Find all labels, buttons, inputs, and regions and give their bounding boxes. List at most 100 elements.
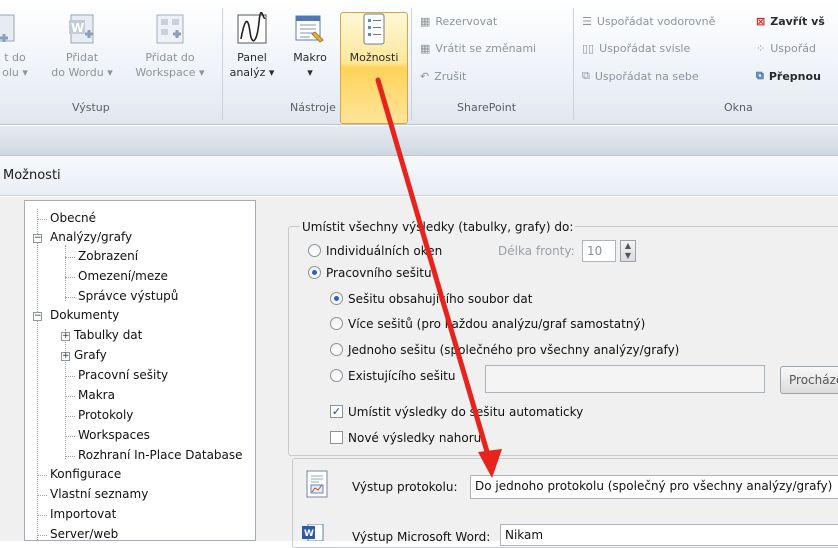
discard-button[interactable]: ↶ Zrušit	[420, 66, 466, 86]
switch-window-icon: ⧉	[756, 69, 764, 82]
tile-horizontal-icon: ☰	[582, 14, 592, 28]
tree-item-konfigurace[interactable]: Konfigurace	[50, 465, 121, 484]
tile-vertical-button[interactable]: ▯▯ Uspořádat svisle	[582, 38, 690, 58]
tree-item-inplace[interactable]: Rozhraní In-Place Database	[78, 446, 243, 465]
radio-workbook[interactable]: Pracovního sešitu	[308, 263, 432, 282]
group-label-vystup: Výstup	[72, 101, 110, 114]
existing-path-input[interactable]	[485, 365, 765, 393]
arrange-button[interactable]: ⁘ Uspořád	[756, 38, 816, 58]
group-label-sharepoint: SharePoint	[457, 101, 517, 114]
group-separator	[222, 8, 223, 120]
radio-single[interactable]: Jednoho sešitu (společného pro všechny a…	[330, 340, 679, 359]
tree-line	[65, 376, 75, 377]
checkbox-square[interactable]	[330, 431, 343, 444]
options-button[interactable]: Možnosti	[340, 12, 408, 65]
add-to-word-button[interactable]: W Přidat do Wordu ▾	[42, 12, 122, 80]
browse-button[interactable]: Procházet	[780, 366, 838, 394]
tree-item-dokumenty[interactable]: Dokumenty	[50, 306, 119, 325]
word-doc-icon: W	[302, 524, 324, 541]
tree-item-sesity[interactable]: Pracovní sešity	[78, 366, 168, 385]
queue-input[interactable]: 10	[582, 240, 616, 262]
macro-icon	[295, 15, 324, 43]
word-output-select[interactable]: Nikam	[500, 524, 838, 546]
tree-line	[65, 245, 66, 301]
report-output-select[interactable]: Do jednoho protokolu (společný pro všech…	[470, 475, 838, 499]
group-separator	[411, 8, 412, 120]
tree-line	[65, 329, 66, 459]
tree-line	[37, 535, 47, 536]
arrange-icon: ⁘	[756, 41, 766, 55]
workspace-icon	[156, 14, 184, 44]
undo-icon: ↶	[420, 69, 430, 83]
checkout-button[interactable]: ▦ Rezervovat	[420, 11, 497, 31]
tree-item-makra[interactable]: Makra	[78, 386, 115, 405]
tree-line	[65, 456, 75, 457]
word-icon: W	[69, 14, 94, 44]
add-to-report-button[interactable]: t do olu ▾	[0, 12, 30, 80]
group-separator	[573, 8, 574, 120]
tree-item-seznamy[interactable]: Vlastní seznamy	[50, 485, 148, 504]
checkout-icon: ▦	[420, 14, 431, 28]
checkmark-icon[interactable]: ✓	[330, 405, 343, 418]
report-doc-icon	[306, 470, 328, 498]
checkin-button[interactable]: ▦ Vrátit se změnami	[420, 38, 536, 58]
word-output-label: Výstup Microsoft Word:	[352, 529, 491, 544]
dialog-titlebar: Možnosti	[0, 156, 838, 196]
queue-spinner[interactable]: ▲ ▼	[620, 240, 636, 262]
chart-line-icon	[237, 12, 267, 44]
close-all-icon: ⊠	[756, 14, 766, 28]
add-to-workspace-button[interactable]: Přidat do Workspace ▾	[128, 12, 212, 80]
radio-data-book[interactable]: Sešitu obsahujícího soubor dat	[330, 289, 532, 308]
checkbox-top[interactable]: Nové výsledky nahoru	[330, 428, 481, 447]
tree-item-protokoly[interactable]: Protokoly	[78, 406, 133, 425]
cascade-button[interactable]: ⧉ Uspořádat na sebe	[582, 66, 699, 86]
tree-item-importovat[interactable]: Importovat	[50, 505, 116, 524]
report-output-label: Výstup protokolu:	[352, 479, 458, 494]
tree-item-tabulky[interactable]: Tabulky dat	[74, 326, 142, 345]
tree-line	[37, 495, 47, 496]
tile-horizontal-button[interactable]: ☰ Uspořádat vodorovně	[582, 11, 715, 31]
tree-item-zobrazeni[interactable]: Zobrazení	[78, 247, 138, 266]
radio-circle[interactable]	[330, 343, 343, 356]
tree-item-omezeni[interactable]: Omezení/meze	[78, 267, 168, 286]
analysis-panel-button[interactable]: Panel analýz ▾	[226, 12, 278, 80]
radio-circle[interactable]	[308, 266, 321, 279]
tree-item-obecne[interactable]: Obecné	[50, 209, 96, 228]
checkbox-auto[interactable]: ✓ Umístit výsledky do sešitu automaticky	[330, 402, 583, 421]
macro-button[interactable]: Makro ▾	[286, 12, 334, 80]
svg-text:W: W	[304, 529, 314, 539]
dialog-title: Možnosti	[3, 168, 61, 183]
report-icon	[0, 14, 15, 42]
tree-item-grafy[interactable]: Grafy	[74, 346, 107, 365]
tree-line	[65, 416, 75, 417]
tree-line	[65, 257, 75, 258]
queue-label: Délka fronty:	[498, 243, 575, 258]
radio-circle[interactable]	[330, 317, 343, 330]
radio-individual[interactable]: Individuálních oken	[308, 241, 442, 260]
tree-item-server[interactable]: Server/web	[50, 525, 118, 540]
switch-window-button[interactable]: ⧉ Přepnou	[756, 66, 821, 86]
tree-line	[65, 396, 75, 397]
collapse-icon[interactable]: −	[33, 234, 42, 243]
close-all-button[interactable]: ⊠ Zavřít vš	[756, 11, 825, 31]
radio-multi[interactable]: Více sešitů (pro každou analýzu/graf sam…	[330, 314, 645, 333]
group-label-okna: Okna	[724, 101, 753, 114]
expand-icon[interactable]: +	[61, 332, 70, 341]
tree-line	[65, 436, 75, 437]
tree-item-workspaces[interactable]: Workspaces	[78, 426, 150, 445]
tree-item-analyzy[interactable]: Analýzy/grafy	[50, 228, 132, 247]
radio-circle[interactable]	[330, 292, 343, 305]
radio-existing[interactable]: Existujícího sešitu	[330, 366, 455, 385]
tree-line	[37, 515, 47, 516]
results-heading: Umístit všechny výsledky (tabulky, grafy…	[300, 217, 576, 236]
radio-circle[interactable]	[330, 369, 343, 382]
radio-circle[interactable]	[308, 244, 321, 257]
tree-item-spravce[interactable]: Správce výstupů	[78, 287, 178, 306]
options-tree[interactable]: Obecné − Analýzy/grafy Zobrazení Omezení…	[24, 200, 256, 541]
expand-icon[interactable]: +	[61, 352, 70, 361]
options-list-icon	[363, 13, 385, 45]
tree-line	[37, 475, 47, 476]
collapse-icon[interactable]: −	[33, 312, 42, 321]
ribbon: t do olu ▾ W Přidat do Wordu ▾ Přidat do…	[0, 0, 838, 125]
tree-line	[37, 209, 38, 540]
